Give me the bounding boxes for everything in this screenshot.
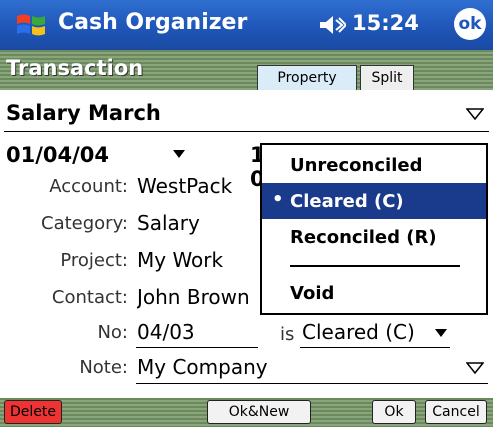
status-menu: Unreconciled • Cleared (C) Reconciled (R…	[260, 143, 488, 315]
selected-bullet-icon: •	[272, 189, 284, 210]
contact-value[interactable]: John Brown	[137, 285, 259, 309]
note-chevron-down-icon[interactable]	[466, 362, 484, 374]
windows-start-icon[interactable]	[14, 7, 48, 41]
project-label: Project:	[60, 250, 128, 271]
page-title: Transaction	[6, 56, 144, 80]
project-value[interactable]: My Work	[137, 248, 223, 272]
menu-item-void[interactable]: Void	[262, 275, 486, 311]
is-label: is	[280, 324, 295, 345]
menu-item-unreconciled[interactable]: Unreconciled	[262, 147, 486, 183]
ok-title-button[interactable]: ok	[454, 8, 486, 40]
category-label: Category:	[41, 213, 128, 234]
speaker-icon[interactable]	[318, 13, 346, 37]
no-underline	[136, 347, 258, 348]
no-value[interactable]: 04/03	[137, 320, 195, 344]
note-label: Note:	[79, 357, 128, 378]
account-label: Account:	[49, 176, 128, 197]
menu-item-reconciled[interactable]: Reconciled (R)	[262, 219, 486, 255]
tab-split[interactable]: Split	[360, 65, 414, 90]
status-select[interactable]: Cleared (C)	[302, 320, 415, 344]
app-title: Cash Organizer	[58, 10, 248, 35]
note-underline	[136, 383, 488, 384]
note-value[interactable]: My Company	[137, 355, 268, 379]
menu-item-label: Cleared (C)	[290, 190, 404, 212]
amount-field[interactable]: 1 000.00	[250, 143, 260, 191]
divider	[4, 131, 489, 132]
no-label: No:	[97, 322, 128, 343]
tab-property[interactable]: Property	[257, 65, 357, 90]
clock[interactable]: 15:24	[352, 11, 419, 35]
description-field[interactable]: Salary March	[6, 101, 161, 125]
status-dropdown-icon[interactable]	[434, 328, 448, 338]
chevron-down-icon[interactable]	[466, 108, 484, 120]
date-field[interactable]: 01/04/04	[6, 143, 109, 167]
delete-button[interactable]: Delete	[4, 400, 62, 424]
ok-and-new-button[interactable]: Ok&New	[207, 400, 311, 424]
contact-label: Contact:	[51, 287, 128, 308]
account-value[interactable]: WestPack	[137, 174, 232, 198]
status-underline	[300, 347, 450, 348]
cancel-button[interactable]: Cancel	[425, 400, 487, 424]
category-value[interactable]: Salary	[137, 211, 200, 235]
date-dropdown-icon[interactable]	[172, 149, 186, 159]
ok-button[interactable]: Ok	[372, 400, 416, 424]
menu-item-cleared[interactable]: • Cleared (C)	[262, 183, 486, 219]
menu-separator	[290, 265, 460, 267]
